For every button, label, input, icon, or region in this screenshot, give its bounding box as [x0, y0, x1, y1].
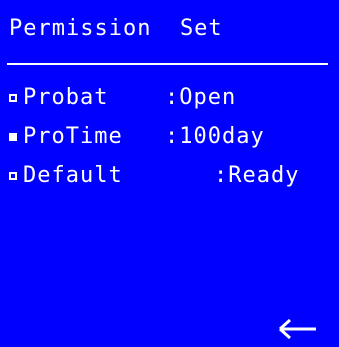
setting-value: :100day: [165, 124, 265, 149]
setting-row-default[interactable]: Default :Ready: [7, 162, 337, 192]
setting-label: Probat: [23, 85, 109, 110]
setting-label: Default: [23, 163, 123, 188]
setting-label: ProTime: [23, 124, 123, 149]
unselected-marker-icon: [9, 172, 17, 180]
setting-row-protime[interactable]: ProTime :100day: [7, 123, 337, 153]
unselected-marker-icon: [9, 94, 17, 102]
selected-marker-icon: [9, 133, 17, 141]
permission-set-screen: Permission Set Probat :Open ProTime :100…: [0, 0, 339, 347]
setting-row-probat[interactable]: Probat :Open: [7, 84, 337, 114]
left-arrow-icon[interactable]: [276, 316, 318, 342]
setting-value: :Ready: [214, 163, 300, 188]
setting-value: :Open: [165, 85, 237, 110]
screen-title: Permission Set: [9, 16, 223, 41]
title-divider: [7, 63, 328, 65]
